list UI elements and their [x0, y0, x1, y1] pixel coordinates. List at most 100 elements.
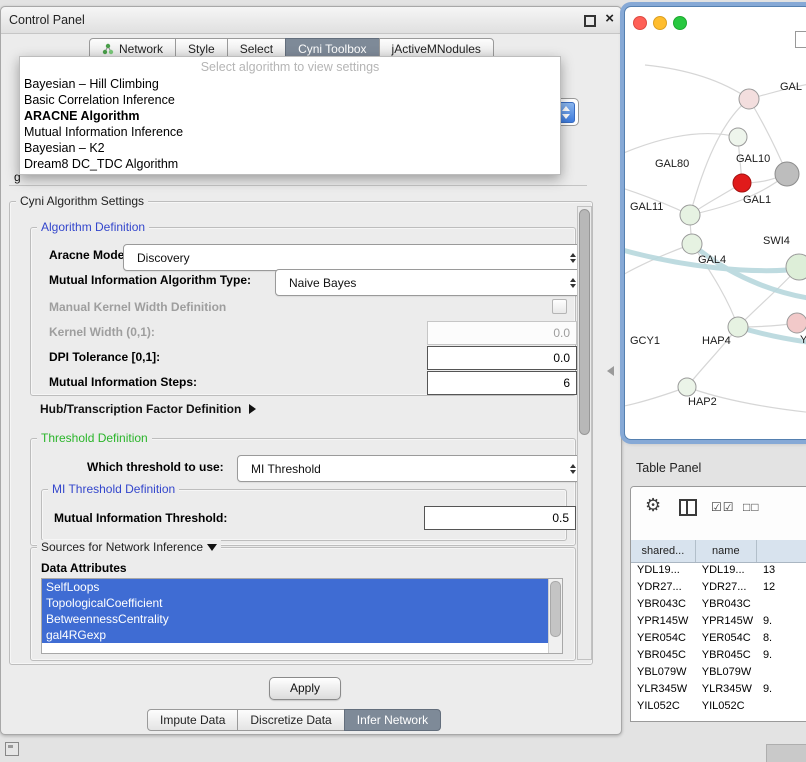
table-cell — [757, 664, 806, 681]
which-threshold-select[interactable]: MI Threshold — [237, 455, 584, 482]
aracne-mode-select[interactable]: Discovery — [123, 244, 584, 271]
table-cell: YDR27... — [696, 579, 757, 596]
minimized-panel-icon[interactable] — [5, 742, 19, 756]
attribute-list-item[interactable]: gal4RGexp — [42, 627, 562, 643]
tab-label: Infer Network — [357, 713, 428, 727]
settings-scrollbar[interactable] — [577, 206, 592, 660]
control-panel-title: Control Panel — [9, 7, 85, 33]
tab-label: Network — [119, 42, 163, 56]
table-column-header[interactable] — [757, 540, 806, 562]
node-label: HAP4 — [702, 335, 731, 347]
network-node[interactable] — [678, 378, 696, 396]
mi-threshold-field[interactable]: 0.5 — [424, 506, 576, 530]
network-node[interactable] — [775, 162, 799, 186]
clear-checks-icon[interactable]: □□ — [743, 500, 760, 514]
network-node[interactable] — [680, 205, 700, 225]
mi-threshold-value: 0.5 — [552, 511, 569, 525]
hub-section-toggle[interactable]: Hub/Transcription Factor Definition — [40, 402, 256, 416]
kernel-width-value: 0.0 — [553, 326, 570, 340]
kernel-width-label: Kernel Width (0,1): — [49, 325, 155, 339]
table-row[interactable]: YER054CYER054C8. — [631, 630, 806, 647]
close-icon[interactable]: × — [605, 10, 614, 27]
table-cell: 8. — [757, 630, 806, 647]
table-row[interactable]: YDR27...YDR27...12 — [631, 579, 806, 596]
table-row[interactable]: YBR043CYBR043C — [631, 596, 806, 613]
table-row[interactable]: YBR045CYBR045C9. — [631, 647, 806, 664]
select-arrows-icon — [570, 253, 576, 263]
tab-infer-network[interactable]: Infer Network — [344, 709, 441, 731]
obscured-group-border — [9, 185, 587, 186]
close-traffic-light[interactable] — [633, 16, 647, 30]
table-cell: YDR27... — [631, 579, 696, 596]
network-node[interactable] — [739, 89, 759, 109]
table-row[interactable]: YIL052CYIL052C — [631, 698, 806, 715]
table-row[interactable]: YDL19...YDL19...13 — [631, 562, 806, 579]
table-row[interactable]: YPR145WYPR145W9. — [631, 613, 806, 630]
network-node[interactable] — [787, 313, 806, 333]
table-cell: 9. — [757, 681, 806, 698]
mi-type-select[interactable]: Naive Bayes — [275, 269, 584, 296]
network-node[interactable] — [729, 128, 747, 146]
gear-icon[interactable]: ⚙ — [645, 495, 661, 516]
table-panel-window: ⚙ ☑☑ □□ shared...name YDL19...YDL19...13… — [630, 486, 806, 722]
settings-scrollbar-thumb[interactable] — [579, 209, 590, 435]
attribute-list-item[interactable]: SelfLoops — [42, 579, 562, 595]
network-node[interactable] — [733, 174, 751, 192]
dpi-tolerance-field[interactable]: 0.0 — [427, 346, 577, 370]
network-node[interactable] — [728, 317, 748, 337]
tab-impute-data[interactable]: Impute Data — [147, 709, 238, 731]
algorithm-menu-item[interactable]: Basic Correlation Inference — [20, 92, 560, 108]
table-cell: 12 — [757, 579, 806, 596]
float-window-icon[interactable] — [584, 15, 596, 27]
sources-legend[interactable]: Sources for Network Inference — [37, 540, 221, 554]
table-cell: YBL079W — [631, 664, 696, 681]
table-cell: YBR043C — [631, 596, 696, 613]
algorithm-menu-item[interactable]: ARACNE Algorithm — [20, 108, 560, 124]
select-all-checks-icon[interactable]: ☑☑ — [711, 500, 735, 514]
table-column-header[interactable]: name — [696, 540, 757, 562]
attribute-list-item[interactable]: TopologicalCoefficient — [42, 595, 562, 611]
algorithm-menu-item[interactable]: Mutual Information Inference — [20, 124, 560, 140]
table-row[interactable]: YLR345WYLR345W9. — [631, 681, 806, 698]
dpi-tolerance-label: DPI Tolerance [0,1]: — [49, 350, 160, 364]
node-label: SWI4 — [763, 235, 790, 247]
node-label: GAL4 — [698, 254, 726, 266]
algorithm-menu-item[interactable]: Bayesian – Hill Climbing — [20, 76, 560, 92]
sources-legend-text: Sources for Network Inference — [41, 540, 203, 554]
apply-button[interactable]: Apply — [269, 677, 341, 700]
network-node[interactable] — [786, 254, 806, 280]
threshold-definition-legend: Threshold Definition — [37, 431, 152, 445]
algorithm-menu-item[interactable]: Dream8 DC_TDC Algorithm — [20, 156, 560, 172]
node-label: GAL11 — [630, 201, 663, 213]
which-threshold-value: MI Threshold — [251, 462, 321, 476]
tab-discretize-data[interactable]: Discretize Data — [237, 709, 344, 731]
dpi-tolerance-value: 0.0 — [553, 351, 570, 365]
expand-right-icon — [249, 404, 256, 414]
attribute-list-item[interactable]: BetweennessCentrality — [42, 611, 562, 627]
mi-steps-field[interactable]: 6 — [427, 371, 577, 395]
select-arrows-icon — [570, 278, 576, 288]
panel-collapse-handle[interactable] — [607, 366, 614, 376]
cyni-settings-group: Cyni Algorithm Settings Algorithm Defini… — [9, 201, 593, 665]
table-cell: 9. — [757, 647, 806, 664]
list-scrollbar[interactable] — [548, 579, 562, 653]
network-canvas[interactable]: GALGAL80GAL10GAL11GAL1SWI4GAL4GCY1HAP4YH… — [625, 37, 806, 439]
manual-kernel-checkbox[interactable] — [552, 299, 567, 314]
network-tab-icon — [102, 43, 114, 55]
kernel-width-field[interactable]: 0.0 — [427, 321, 577, 345]
table-column-header[interactable]: shared... — [631, 540, 696, 562]
table-row[interactable]: YBL079WYBL079W — [631, 664, 806, 681]
list-scrollbar-thumb[interactable] — [550, 581, 561, 637]
tab-label: jActiveMNodules — [392, 42, 481, 56]
table-body: YDL19...YDL19...13YDR27...YDR27...12YBR0… — [631, 562, 806, 721]
network-node[interactable] — [682, 234, 702, 254]
columns-icon[interactable] — [679, 499, 697, 516]
mi-steps-label: Mutual Information Steps: — [49, 375, 197, 389]
algorithm-definition-group: Algorithm Definition Aracne Mode: Discov… — [30, 227, 576, 396]
zoom-traffic-light[interactable] — [673, 16, 687, 30]
data-attributes-list[interactable]: SelfLoopsTopologicalCoefficientBetweenne… — [41, 578, 563, 654]
minimize-traffic-light[interactable] — [653, 16, 667, 30]
mi-type-value: Naive Bayes — [289, 276, 356, 290]
algorithm-menu-item[interactable]: Bayesian – K2 — [20, 140, 560, 156]
mi-threshold-label: Mutual Information Threshold: — [54, 511, 227, 525]
